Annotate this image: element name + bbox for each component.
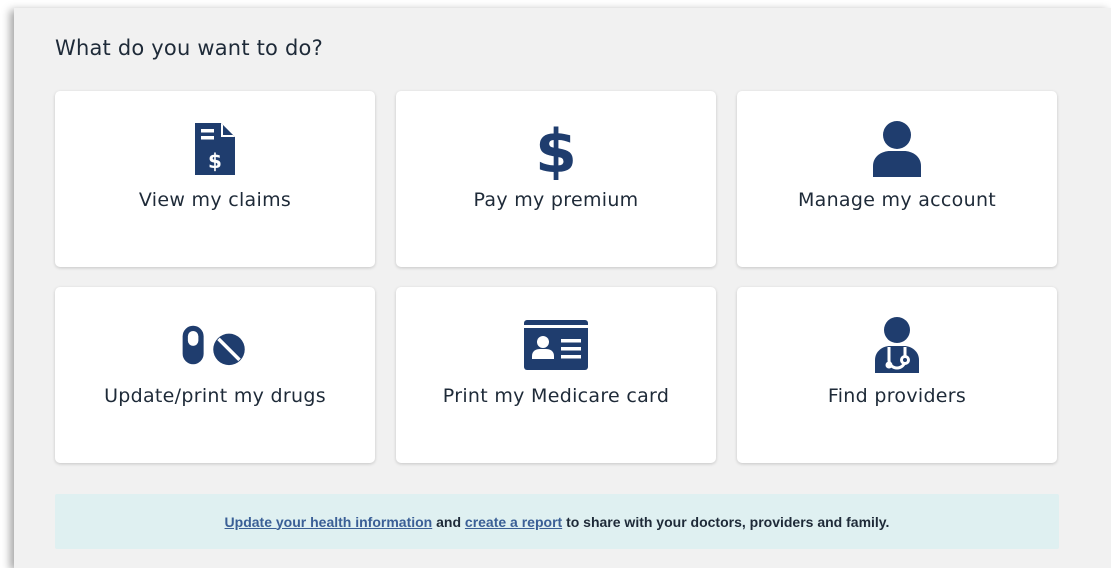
pill-icon bbox=[180, 315, 250, 375]
page-title: What do you want to do? bbox=[55, 36, 323, 60]
main-panel: What do you want to do? $ View my claims bbox=[14, 8, 1111, 568]
create-report-link[interactable]: create a report bbox=[465, 514, 562, 530]
claims-document-icon: $ bbox=[180, 119, 250, 179]
id-card-icon bbox=[521, 315, 591, 375]
view-claims-card[interactable]: $ View my claims bbox=[55, 91, 375, 267]
card-label: Manage my account bbox=[797, 189, 997, 211]
banner-text: to share with your doctors, providers an… bbox=[562, 513, 890, 530]
card-label: View my claims bbox=[138, 189, 292, 211]
card-label: Pay my premium bbox=[473, 189, 639, 211]
card-label: Update/print my drugs bbox=[104, 385, 326, 407]
banner-text: and bbox=[432, 513, 465, 530]
person-icon bbox=[862, 119, 932, 179]
manage-account-card[interactable]: Manage my account bbox=[737, 91, 1057, 267]
update-drugs-card[interactable]: Update/print my drugs bbox=[55, 287, 375, 463]
doctor-icon bbox=[862, 315, 932, 375]
find-providers-card[interactable]: Find providers bbox=[737, 287, 1057, 463]
card-label: Find providers bbox=[827, 385, 967, 407]
svg-text:$: $ bbox=[535, 118, 577, 180]
print-medicare-card[interactable]: Print my Medicare card bbox=[396, 287, 716, 463]
action-grid: $ View my claims $ Pay my premium Manage… bbox=[55, 91, 1058, 463]
pay-premium-card[interactable]: $ Pay my premium bbox=[396, 91, 716, 267]
update-health-info-link[interactable]: Update your health information bbox=[225, 514, 433, 530]
dollar-sign-icon: $ bbox=[521, 118, 591, 180]
health-info-banner: Update your health information and creat… bbox=[55, 494, 1059, 549]
svg-text:$: $ bbox=[208, 149, 222, 173]
card-label: Print my Medicare card bbox=[442, 385, 670, 407]
